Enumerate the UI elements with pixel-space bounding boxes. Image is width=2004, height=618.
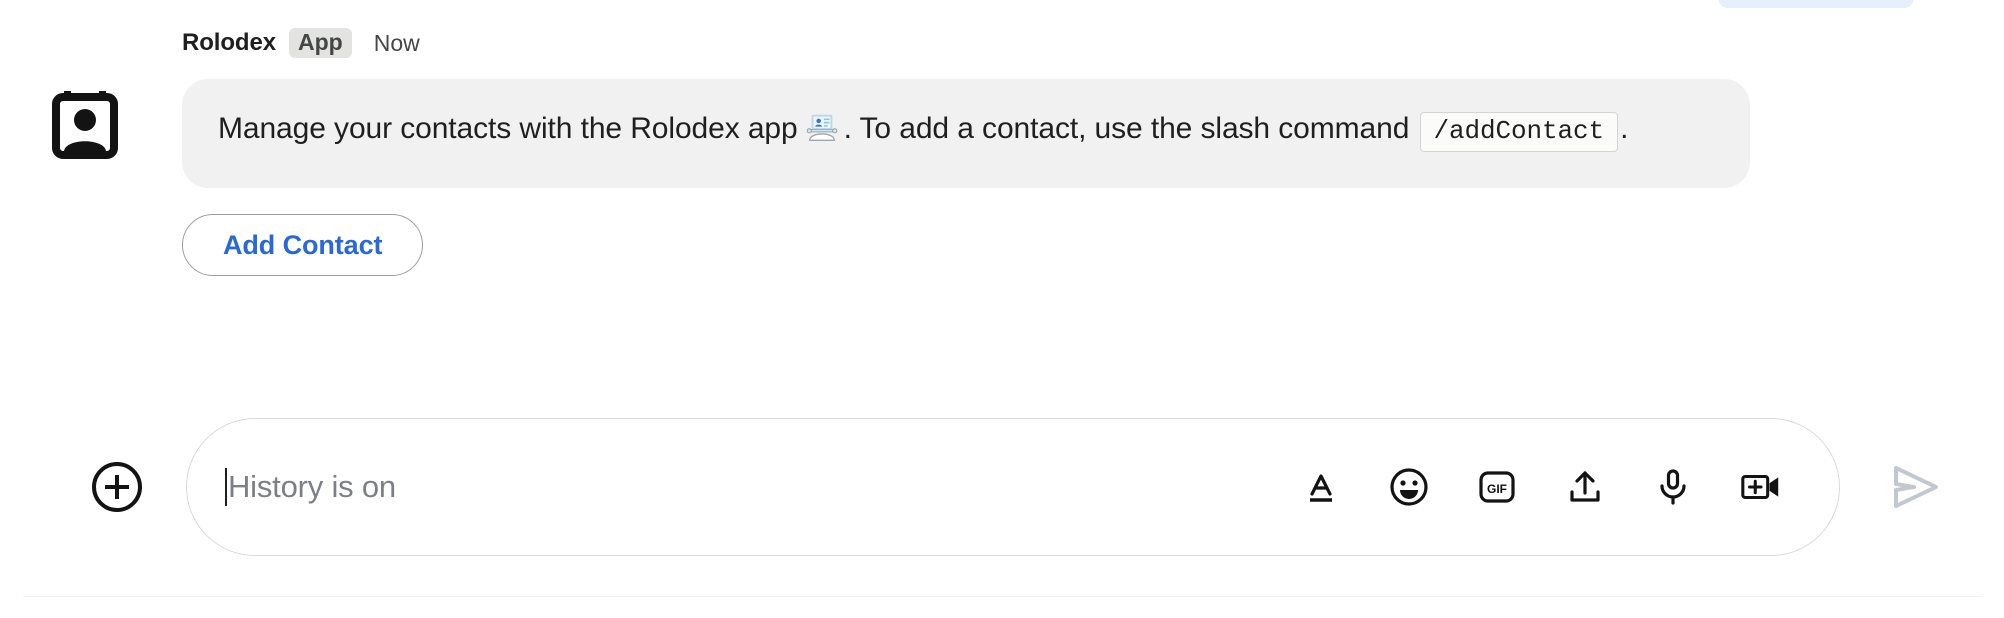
- app-badge: App: [288, 27, 352, 59]
- clipped-top-element: [1718, 0, 1914, 8]
- composer-placeholder: History is on: [228, 469, 396, 504]
- composer-toolbar: GIF: [1299, 465, 1839, 509]
- message-body: Rolodex App Now Manage your contacts wit…: [182, 26, 1882, 276]
- message-header: Rolodex App Now: [182, 26, 1882, 60]
- sender-name: Rolodex: [182, 29, 276, 56]
- message-input[interactable]: History is on: [187, 419, 1299, 555]
- add-contact-button[interactable]: Add Contact: [182, 214, 424, 276]
- text-caret: [225, 468, 227, 506]
- emoji-icon[interactable]: [1387, 465, 1431, 509]
- message-text-segment-2: . To add a contact, use the slash comman…: [843, 112, 1410, 145]
- message-timestamp: Now: [373, 29, 420, 56]
- message-text-segment-3: .: [1620, 112, 1629, 145]
- card-index-emoji: [805, 110, 839, 162]
- svg-text:GIF: GIF: [1487, 482, 1507, 496]
- slash-command-chip: /addContact: [1419, 112, 1619, 152]
- message-composer[interactable]: History is on GIF: [186, 418, 1840, 556]
- message-text: Manage your contacts with the Rolodex ap…: [218, 103, 1714, 162]
- microphone-icon[interactable]: [1651, 465, 1695, 509]
- message-text-segment-1: Manage your contacts with the Rolodex ap…: [218, 112, 798, 145]
- composer-area: History is on GIF: [0, 414, 2004, 560]
- upload-icon[interactable]: [1563, 465, 1607, 509]
- rolodex-contact-card-icon: [46, 84, 124, 162]
- add-video-icon[interactable]: [1739, 465, 1783, 509]
- gif-icon[interactable]: GIF: [1475, 465, 1519, 509]
- bottom-divider: [22, 596, 1982, 597]
- format-text-icon[interactable]: [1299, 465, 1343, 509]
- message-bubble: Manage your contacts with the Rolodex ap…: [182, 79, 1750, 188]
- send-icon[interactable]: [1888, 462, 1944, 512]
- plus-icon[interactable]: [90, 460, 144, 514]
